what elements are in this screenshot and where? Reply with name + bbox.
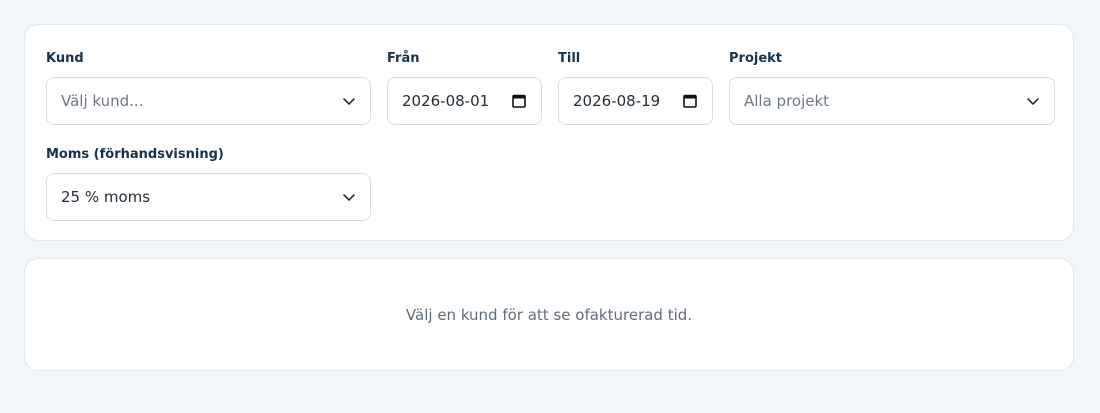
chevron-down-icon (343, 194, 355, 201)
filter-card: Kund Välj kund... Från 2026-08-01 Till 2… (24, 24, 1074, 241)
customer-label: Kund (46, 51, 84, 66)
chevron-down-icon (1027, 98, 1039, 105)
to-label: Till (558, 51, 581, 66)
from-date-input[interactable]: 2026-08-01 (387, 77, 542, 125)
customer-select[interactable]: Välj kund... (46, 77, 371, 125)
to-date-value: 2026-08-19 (573, 92, 661, 110)
vat-select[interactable]: 25 % moms (46, 173, 371, 221)
empty-state-card: Välj en kund för att se ofakturerad tid. (24, 258, 1074, 371)
project-select-value: Alla projekt (744, 92, 830, 110)
from-date-value: 2026-08-01 (402, 92, 490, 110)
vat-label: Moms (förhandsvisning) (46, 147, 224, 162)
vat-select-value: 25 % moms (61, 188, 151, 206)
calendar-icon[interactable] (511, 93, 527, 109)
project-label: Projekt (729, 51, 783, 66)
project-select[interactable]: Alla projekt (729, 77, 1055, 125)
calendar-icon[interactable] (682, 93, 698, 109)
empty-state-message: Välj en kund för att se ofakturerad tid. (405, 305, 693, 324)
from-label: Från (387, 51, 420, 66)
to-date-input[interactable]: 2026-08-19 (558, 77, 713, 125)
chevron-down-icon (343, 98, 355, 105)
customer-select-placeholder: Välj kund... (61, 92, 144, 110)
